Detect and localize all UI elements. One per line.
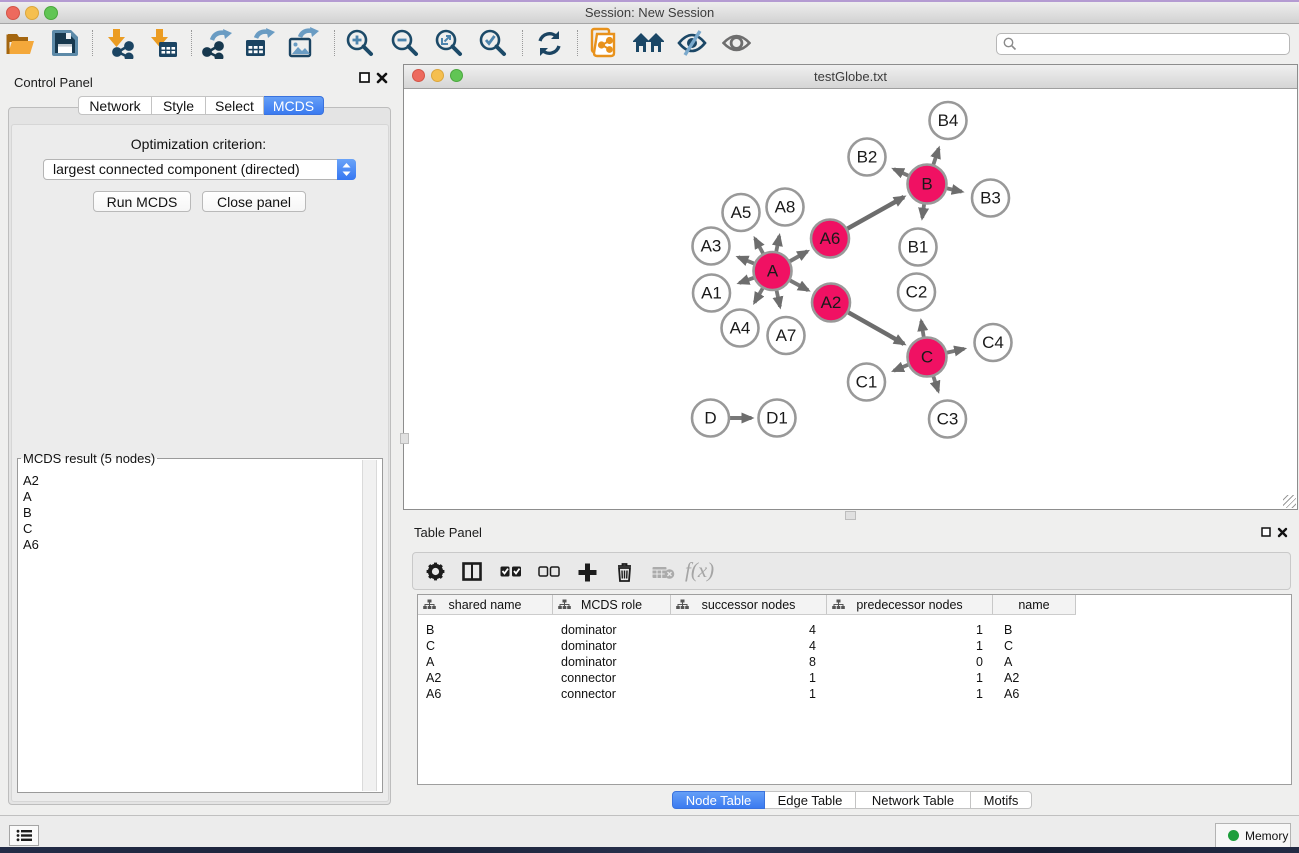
svg-text:A5: A5	[731, 203, 752, 222]
svg-text:D1: D1	[766, 409, 788, 428]
svg-text:C2: C2	[906, 283, 928, 302]
svg-text:A2: A2	[821, 293, 842, 312]
svg-text:C3: C3	[937, 410, 959, 429]
svg-text:A8: A8	[775, 198, 796, 217]
svg-text:A7: A7	[776, 326, 797, 345]
svg-text:A6: A6	[820, 229, 841, 248]
svg-text:A4: A4	[730, 319, 751, 338]
svg-text:B4: B4	[938, 111, 959, 130]
svg-text:A3: A3	[701, 237, 722, 256]
svg-text:B3: B3	[980, 189, 1001, 208]
svg-text:D: D	[704, 409, 716, 428]
svg-text:A1: A1	[701, 284, 722, 303]
svg-text:A: A	[767, 262, 779, 281]
svg-text:C4: C4	[982, 333, 1004, 352]
svg-text:B2: B2	[857, 148, 878, 167]
svg-text:B: B	[921, 175, 932, 194]
svg-text:C1: C1	[856, 373, 878, 392]
svg-text:B1: B1	[908, 238, 929, 257]
svg-text:C: C	[921, 348, 933, 367]
